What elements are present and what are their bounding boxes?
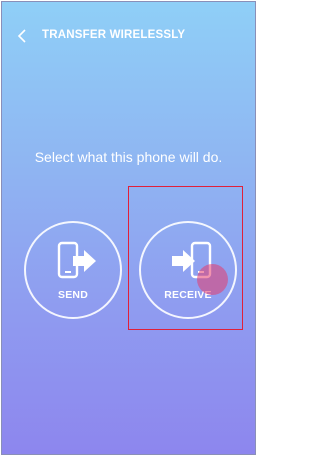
phone-arrow-out-icon	[57, 241, 96, 279]
selection-highlight	[128, 186, 243, 330]
page-title: TRANSFER WIRELESSLY	[42, 29, 186, 41]
header: TRANSFER WIRELESSLY	[2, 2, 255, 74]
send-button[interactable]: SEND	[24, 221, 122, 319]
send-label: SEND	[58, 289, 88, 301]
chevron-left-icon	[17, 29, 26, 43]
back-button[interactable]	[12, 26, 32, 46]
transfer-wirelessly-screen: TRANSFER WIRELESSLY Select what this pho…	[1, 1, 256, 455]
touch-indicator	[197, 264, 228, 295]
instruction-text: Select what this phone will do.	[34, 149, 223, 165]
